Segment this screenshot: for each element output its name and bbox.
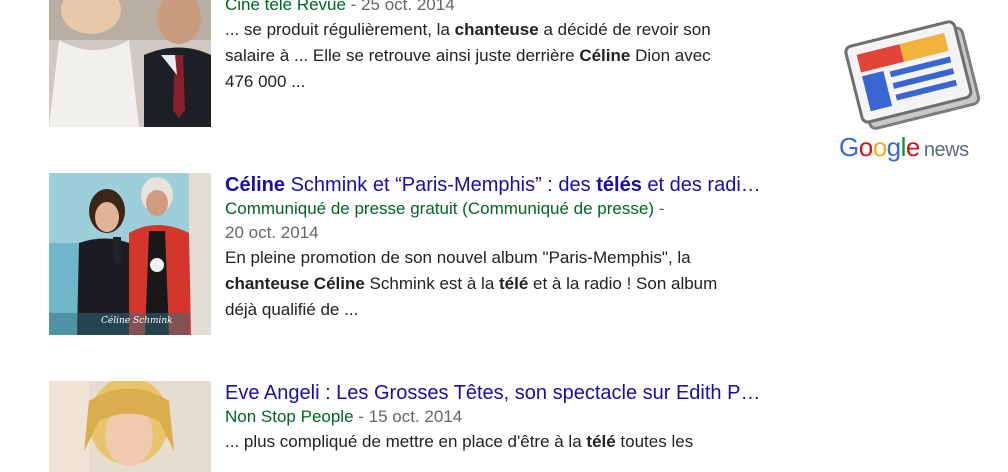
snippet-segment: toutes les — [615, 432, 694, 451]
news-thumbnail-1[interactable] — [49, 0, 211, 127]
snippet-segment: ... plus compliqué de mettre en place d'… — [225, 432, 587, 451]
news-meta-1: Ciné télé Revue - 25 oct. 2014 — [225, 0, 880, 17]
snippet-segment: Céline — [579, 46, 631, 65]
title-segment: Schmink et “Paris-Memphis” : des — [285, 174, 597, 196]
snippet-segment: et à la radio ! Son album — [528, 274, 718, 293]
news-thumbnail-3[interactable] — [49, 381, 211, 472]
news-date-1: 25 oct. 2014 — [361, 0, 455, 14]
google-letter: e — [905, 132, 920, 162]
news-title-3[interactable]: Eve Angeli : Les Grosses Têtes, son spec… — [225, 381, 880, 405]
title-segment: Céline — [225, 174, 286, 196]
news-source-2[interactable]: Communiqué de presse gratuit (Communiqué… — [225, 199, 654, 218]
news-date-2: 20 oct. 2014 — [225, 223, 319, 242]
newspaper-icon — [844, 20, 981, 130]
snippet-segment: 476 000 ... — [225, 72, 306, 91]
snippet-segment: déjà qualifié de ... — [225, 300, 359, 319]
thumbnail-caption: Céline Schmink — [101, 316, 173, 326]
title-segment: Eve Angeli : Les Grosses Têtes, son spec… — [225, 382, 761, 404]
news-thumbnail-2[interactable]: Céline Schmink — [49, 173, 211, 335]
snippet-segment: a décidé de revoir son — [538, 20, 711, 39]
news-source-1[interactable]: Ciné télé Revue — [225, 0, 346, 14]
snippet-segment: ... se produit régulièrement, la — [225, 20, 455, 39]
google-news-logo[interactable]: Google news — [832, 0, 992, 170]
snippet-segment: télé — [586, 432, 616, 451]
google-wordmark: Google — [839, 132, 920, 162]
news-wordmark: news — [923, 139, 969, 161]
news-snippet-3: ... plus compliqué de mettre en place d'… — [225, 429, 880, 455]
snippet-segment: télé — [499, 274, 529, 293]
snippet-segment: Dion avec — [630, 46, 711, 65]
snippet-segment: Schmink est à la — [364, 274, 499, 293]
google-news-wordmark: Google news — [839, 132, 969, 163]
news-snippet-2: En pleine promotion de son nouvel album … — [225, 245, 880, 323]
snippet-segment: chanteuse — [454, 20, 539, 39]
google-letter: G — [839, 132, 859, 162]
news-source-3[interactable]: Non Stop People — [225, 407, 354, 426]
google-letter: g — [886, 132, 901, 162]
google-letter: o — [858, 132, 873, 162]
news-date-3: 15 oct. 2014 — [368, 407, 463, 426]
title-segment: et des radi… — [641, 174, 761, 196]
news-title-2[interactable]: Céline Schmink et “Paris-Memphis” : des … — [225, 173, 880, 197]
news-meta-2: Communiqué de presse gratuit (Communiqué… — [225, 199, 665, 218]
snippet-segment: salaire à ... Elle se retrouve ainsi jus… — [225, 46, 580, 65]
title-segment: télés — [596, 174, 642, 196]
google-letter: o — [872, 132, 887, 162]
news-snippet-1: ... se produit régulièrement, la chanteu… — [225, 17, 821, 95]
news-meta-3: Non Stop People - 15 oct. 2014 — [225, 407, 463, 426]
snippet-segment: chanteuse Céline — [225, 274, 365, 293]
snippet-segment: En pleine promotion de son nouvel album … — [225, 248, 691, 267]
